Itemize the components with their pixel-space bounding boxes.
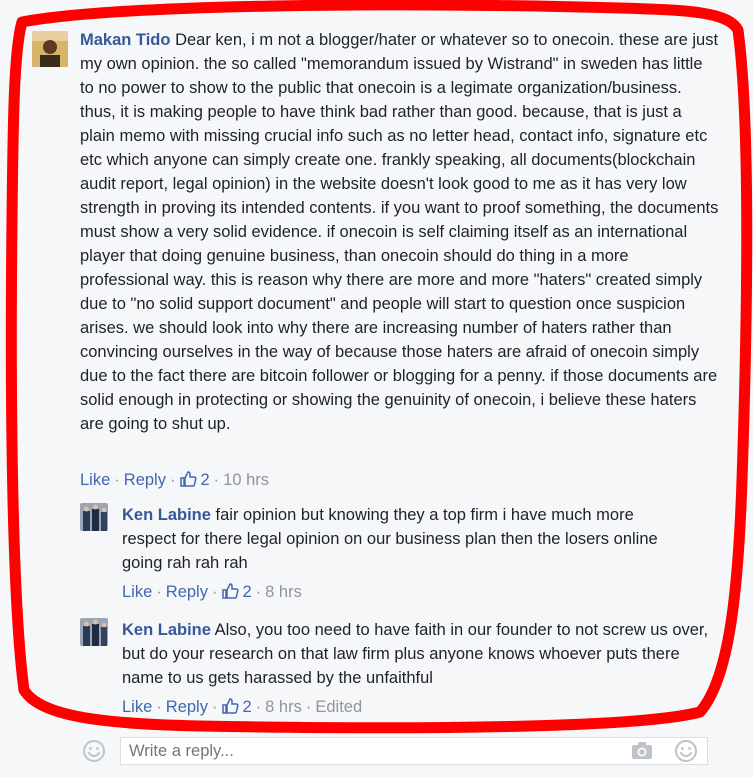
timestamp[interactable]: 10 hrs [223,471,269,489]
comment-text: Dear ken, i m not a blogger/hater or wha… [80,31,719,433]
like-count-value: 2 [200,471,210,489]
thumbs-up-icon [180,471,198,487]
reply-link[interactable]: Reply [124,471,166,489]
like-count[interactable]: 2 [221,698,252,716]
avatar[interactable] [80,503,108,531]
reply-link[interactable]: Reply [166,583,208,601]
reply-comment: Ken Labine Also, you too need to have fa… [0,615,753,730]
like-count-value: 2 [242,698,252,716]
like-count[interactable]: 2 [221,583,252,601]
like-count[interactable]: 2 [179,471,210,489]
thumbs-up-icon [222,583,240,599]
like-link[interactable]: Like [122,583,152,601]
smiley-icon[interactable] [674,739,698,763]
timestamp[interactable]: 8 hrs [265,583,302,601]
comment-actions: Like · Reply · 2 · 10 hrs [80,471,270,489]
comment-body: Makan Tido Dear ken, i m not a blogger/h… [80,28,720,436]
comment-body: Ken Labine fair opinion but knowing they… [122,503,692,575]
timestamp[interactable]: 8 hrs [265,698,302,716]
reply-input[interactable] [120,737,708,765]
edited-label[interactable]: Edited [315,698,362,716]
like-link[interactable]: Like [80,471,110,489]
comment-actions: Like · Reply · 2 · 8 hrs [122,583,302,601]
comment-actions: Like · Reply · 2 · 8 hrs · Edited [122,698,363,716]
author-name[interactable]: Makan Tido [80,31,170,49]
reply-link[interactable]: Reply [166,698,208,716]
avatar[interactable] [32,31,68,67]
avatar[interactable] [80,618,108,646]
comment-body: Ken Labine Also, you too need to have fa… [122,618,712,690]
comment: Makan Tido Dear ken, i m not a blogger/h… [0,0,753,500]
camera-icon[interactable] [630,740,654,762]
like-link[interactable]: Like [122,698,152,716]
reply-comment: Ken Labine fair opinion but knowing they… [0,500,753,615]
reply-bar [78,737,708,765]
author-name[interactable]: Ken Labine [122,621,211,639]
like-count-value: 2 [242,583,252,601]
thumbs-up-icon [222,698,240,714]
smiley-icon [83,740,105,762]
comment-thread: Makan Tido Dear ken, i m not a blogger/h… [0,0,753,777]
author-name[interactable]: Ken Labine [122,506,211,524]
